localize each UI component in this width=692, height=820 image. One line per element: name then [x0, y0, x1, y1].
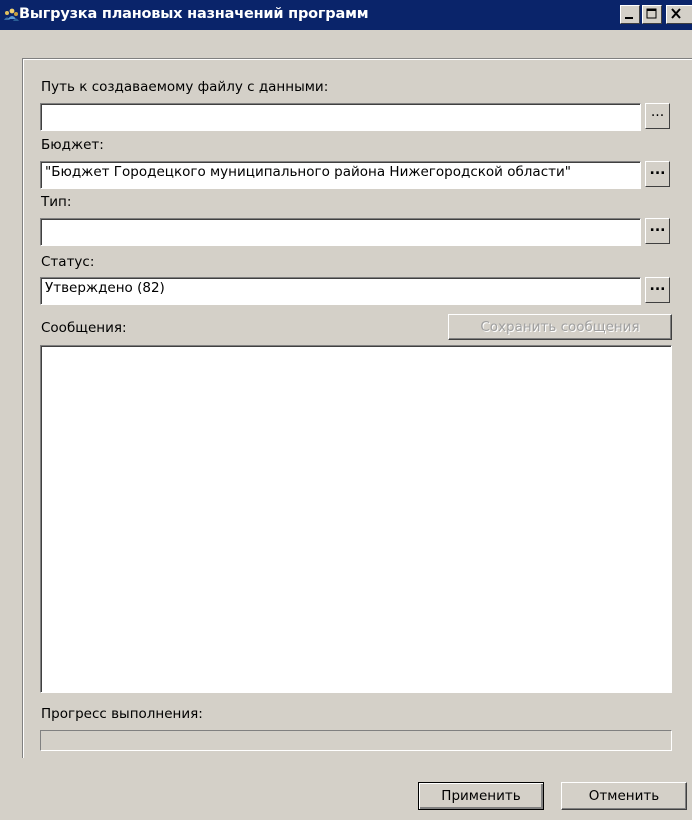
apply-button[interactable]: Применить [418, 782, 544, 810]
save-messages-button[interactable]: Сохранить сообщения [448, 314, 672, 340]
minimize-icon [625, 17, 633, 19]
people-icon [3, 7, 19, 23]
budget-browse-button[interactable]: ... [645, 161, 670, 187]
title-bar[interactable]: Выгрузка плановых назначений программ [0, 0, 692, 30]
progress-bar [40, 730, 672, 751]
budget-input[interactable]: "Бюджет Городецкого муниципального район… [40, 161, 641, 189]
file-path-browse-button[interactable]: ... [645, 103, 670, 129]
budget-label: Бюджет: [41, 137, 104, 153]
status-browse-button[interactable]: ... [645, 277, 670, 303]
window-title: Выгрузка плановых назначений программ [19, 6, 369, 22]
file-path-input[interactable] [40, 103, 641, 131]
messages-textarea[interactable] [40, 345, 672, 693]
type-input[interactable] [40, 218, 641, 246]
file-path-label: Путь к создаваемому файлу с данными: [41, 79, 329, 95]
maximize-icon [646, 8, 657, 19]
messages-label: Сообщения: [41, 320, 127, 336]
cancel-button[interactable]: Отменить [561, 782, 687, 810]
close-button[interactable] [666, 5, 692, 24]
type-browse-button[interactable]: ... [645, 218, 670, 244]
minimize-button[interactable] [620, 5, 640, 24]
status-input[interactable]: Утверждено (82) [40, 277, 641, 305]
type-label: Тип: [41, 194, 72, 210]
close-icon [671, 8, 681, 19]
maximize-button[interactable] [642, 5, 662, 24]
progress-label: Прогресс выполнения: [41, 706, 203, 722]
status-label: Статус: [41, 254, 95, 270]
